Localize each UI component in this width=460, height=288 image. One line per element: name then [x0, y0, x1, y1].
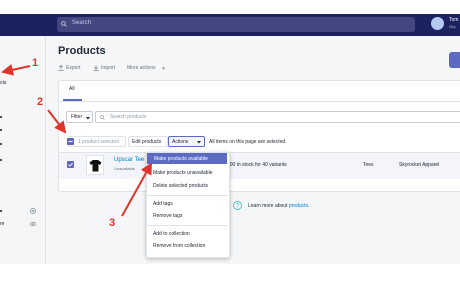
annotation-arrow-3	[121, 162, 152, 217]
annotation-arrows	[1, 63, 152, 217]
app-window: Search Tom Sky cts re Products Export Im…	[0, 0, 460, 288]
annotation-arrow-2	[47, 109, 67, 134]
annotation-arrow-1	[1, 63, 31, 76]
annotation-marker-2: 2	[37, 96, 44, 108]
annotation-marker-3: 3	[109, 217, 116, 229]
annotation-marker-1: 1	[32, 57, 39, 69]
